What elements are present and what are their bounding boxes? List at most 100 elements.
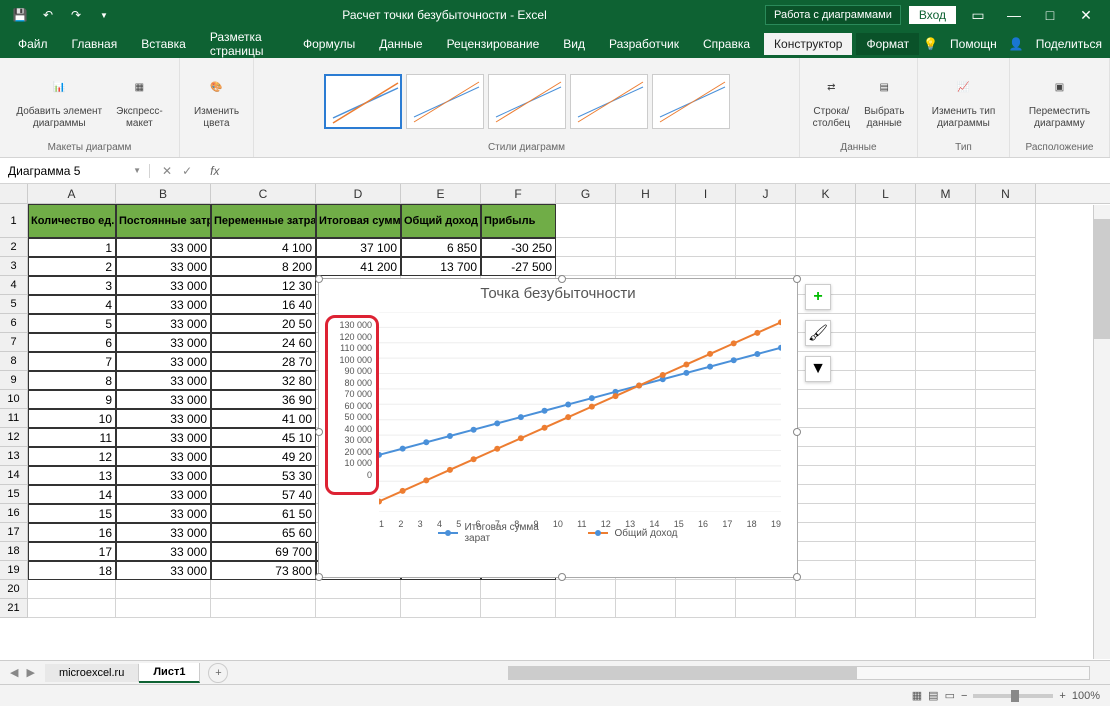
cell[interactable]: [116, 599, 211, 618]
menu-format[interactable]: Формат: [856, 33, 919, 55]
cell[interactable]: [856, 561, 916, 580]
cell[interactable]: 33 000: [116, 257, 211, 276]
cell[interactable]: 32 80: [211, 371, 316, 390]
row-header-10[interactable]: 10: [0, 390, 28, 409]
cell[interactable]: 6 850: [401, 238, 481, 257]
login-button[interactable]: Вход: [909, 6, 956, 24]
cell[interactable]: [796, 523, 856, 542]
menu-pagelayout[interactable]: Разметка страницы: [200, 26, 289, 62]
accept-formula-icon[interactable]: ✓: [182, 164, 192, 178]
quick-layout-button[interactable]: ▦ Экспресс- макет: [112, 70, 167, 132]
zoom-out-icon[interactable]: −: [961, 690, 967, 702]
cell[interactable]: [856, 542, 916, 561]
cell[interactable]: [556, 238, 616, 257]
qat-dropdown-icon[interactable]: ▼: [94, 5, 114, 25]
row-header-1[interactable]: 1: [0, 204, 28, 238]
cell[interactable]: [401, 599, 481, 618]
cell[interactable]: [856, 523, 916, 542]
cell[interactable]: [916, 352, 976, 371]
cell[interactable]: 3: [28, 276, 116, 295]
cell[interactable]: 33 000: [116, 523, 211, 542]
cell[interactable]: [676, 599, 736, 618]
close-icon[interactable]: ✕: [1072, 5, 1100, 25]
cell[interactable]: [856, 390, 916, 409]
cell[interactable]: [676, 580, 736, 599]
cell[interactable]: [976, 485, 1036, 504]
cell[interactable]: 33 000: [116, 561, 211, 580]
zoom-in-icon[interactable]: +: [1059, 690, 1065, 702]
row-header-11[interactable]: 11: [0, 409, 28, 428]
cell[interactable]: [916, 504, 976, 523]
zoom-slider[interactable]: [973, 694, 1053, 698]
row-header-18[interactable]: 18: [0, 542, 28, 561]
cell[interactable]: [856, 238, 916, 257]
cell[interactable]: [211, 580, 316, 599]
cell[interactable]: [916, 204, 976, 238]
cell[interactable]: 41 00: [211, 409, 316, 428]
cell[interactable]: [916, 599, 976, 618]
cell[interactable]: [856, 428, 916, 447]
cell[interactable]: [976, 580, 1036, 599]
cell[interactable]: [676, 257, 736, 276]
menu-help[interactable]: Справка: [693, 33, 760, 55]
cell[interactable]: [736, 204, 796, 238]
cell[interactable]: 33 000: [116, 409, 211, 428]
cell[interactable]: [856, 314, 916, 333]
row-header-17[interactable]: 17: [0, 523, 28, 542]
cell[interactable]: 33 000: [116, 390, 211, 409]
cell[interactable]: [796, 542, 856, 561]
row-header-5[interactable]: 5: [0, 295, 28, 314]
col-header-C[interactable]: C: [211, 184, 316, 203]
cell[interactable]: [856, 204, 916, 238]
menu-developer[interactable]: Разработчик: [599, 33, 689, 55]
resize-handle[interactable]: [793, 573, 801, 581]
cell[interactable]: [481, 599, 556, 618]
tab-next-icon[interactable]: ▶: [26, 666, 34, 679]
menu-design[interactable]: Конструктор: [764, 33, 852, 55]
cell[interactable]: [316, 580, 401, 599]
cell[interactable]: [616, 599, 676, 618]
page-layout-icon[interactable]: ▤: [928, 689, 938, 702]
cell[interactable]: 33 000: [116, 428, 211, 447]
cell[interactable]: [916, 409, 976, 428]
cell[interactable]: 33 000: [116, 504, 211, 523]
cell[interactable]: 33 000: [116, 466, 211, 485]
cell[interactable]: [976, 428, 1036, 447]
row-header-9[interactable]: 9: [0, 371, 28, 390]
vertical-scrollbar[interactable]: [1093, 205, 1110, 659]
cell[interactable]: [736, 257, 796, 276]
cell[interactable]: [856, 333, 916, 352]
maximize-icon[interactable]: □: [1036, 5, 1064, 25]
cell[interactable]: Переменные затраты: [211, 204, 316, 238]
cell[interactable]: 7: [28, 352, 116, 371]
resize-handle[interactable]: [793, 275, 801, 283]
cell[interactable]: [916, 390, 976, 409]
cell[interactable]: [796, 204, 856, 238]
cell[interactable]: [856, 352, 916, 371]
cell[interactable]: [856, 447, 916, 466]
col-header-F[interactable]: F: [481, 184, 556, 203]
chart-style-5[interactable]: [652, 74, 730, 129]
cell[interactable]: [976, 276, 1036, 295]
resize-handle[interactable]: [315, 275, 323, 283]
cell[interactable]: [401, 580, 481, 599]
menu-home[interactable]: Главная: [62, 33, 128, 55]
resize-handle[interactable]: [558, 275, 566, 283]
tell-me-icon[interactable]: 💡: [923, 37, 938, 51]
col-header-D[interactable]: D: [316, 184, 401, 203]
cell[interactable]: 15: [28, 504, 116, 523]
cell[interactable]: 1: [28, 238, 116, 257]
cell[interactable]: -27 500: [481, 257, 556, 276]
share-label[interactable]: Поделиться: [1036, 37, 1102, 51]
cell[interactable]: [736, 599, 796, 618]
change-chart-type-button[interactable]: 📈 Изменить тип диаграммы: [928, 70, 999, 132]
cell[interactable]: [736, 580, 796, 599]
cell[interactable]: [796, 580, 856, 599]
chart-elements-button[interactable]: +: [805, 284, 831, 310]
cell[interactable]: [796, 409, 856, 428]
cell[interactable]: 57 40: [211, 485, 316, 504]
cell[interactable]: [736, 238, 796, 257]
cell[interactable]: [916, 485, 976, 504]
resize-handle[interactable]: [558, 573, 566, 581]
cell[interactable]: [856, 295, 916, 314]
